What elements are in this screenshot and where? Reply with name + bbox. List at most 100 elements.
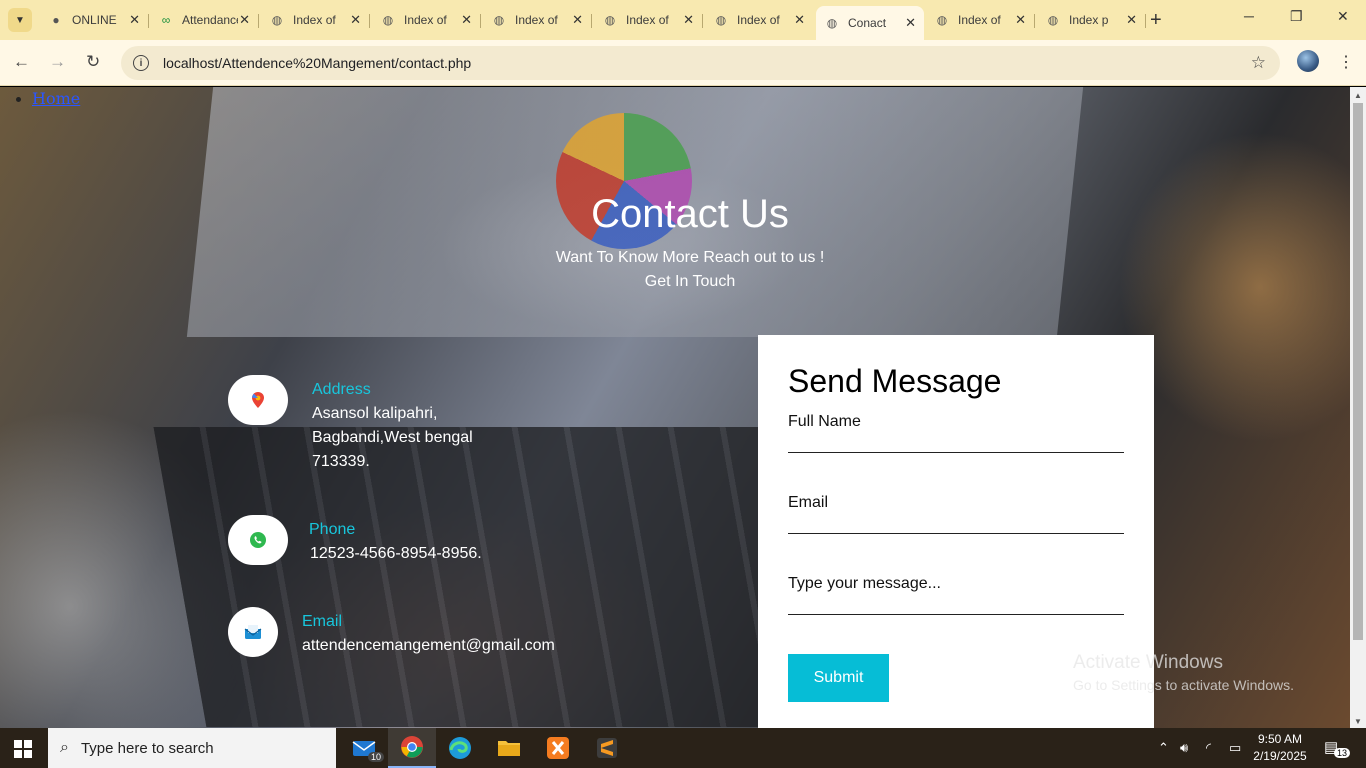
- globe-icon: ◍: [826, 16, 838, 30]
- url-text[interactable]: localhost/Attendence%20Mangement/contact…: [163, 55, 471, 71]
- address-line-2: Bagbandi,West bengal: [312, 429, 473, 446]
- close-icon[interactable]: ✕: [239, 12, 250, 28]
- tray-chevron-up-icon[interactable]: ⌃: [1158, 740, 1169, 756]
- tab-index-5[interactable]: ◍ Index of ✕: [705, 6, 813, 34]
- list-bullet: [16, 97, 21, 102]
- home-link[interactable]: Home: [32, 89, 80, 108]
- tab-title: Index of: [958, 13, 1001, 27]
- phone-value: 12523-4566-8954-8956.: [310, 545, 482, 562]
- new-tab-button[interactable]: +: [1150, 9, 1162, 32]
- clock-time: 9:50 AM: [1257, 732, 1303, 746]
- tab-search-button[interactable]: ▼: [8, 8, 32, 32]
- close-icon[interactable]: ✕: [905, 15, 916, 31]
- address-line-3: 713339.: [312, 453, 370, 470]
- tab-title: Conact: [848, 16, 887, 30]
- globe-icon: ◍: [1047, 13, 1059, 27]
- contact-page: Home Contact Us Want To Know More Reach …: [0, 87, 1350, 728]
- email-label: Email: [302, 613, 343, 630]
- globe-icon: ◍: [382, 13, 394, 27]
- address-line-1: Asansol kalipahri,: [312, 405, 438, 422]
- taskbar-search-placeholder: Type here to search: [80, 739, 214, 757]
- page-scrollbar[interactable]: ▲ ▼: [1350, 87, 1366, 728]
- scrollbar-thumb[interactable]: [1353, 103, 1363, 640]
- close-icon[interactable]: ✕: [350, 12, 361, 28]
- browser-tab-strip: ▼ ● ONLINE ✕ ∞ Attendance ✕ ◍ Index of ✕…: [0, 0, 1366, 40]
- windows-taskbar: ⌕ Type here to search 10 ⌃ 🔊︎ ◜ ▭ 9:50 A…: [0, 728, 1366, 768]
- tab-index-6[interactable]: ◍ Index of ✕: [926, 6, 1035, 34]
- tab-title: Index of: [293, 13, 336, 27]
- xampp-app-icon[interactable]: [534, 728, 582, 768]
- tab-index-7[interactable]: ◍ Index p ✕: [1037, 6, 1146, 34]
- mail-app-icon[interactable]: 10: [340, 728, 388, 768]
- volume-icon[interactable]: 🔊︎: [1180, 740, 1188, 756]
- activate-windows-hint: Go to Settings to activate Windows.: [1073, 677, 1294, 693]
- close-icon[interactable]: ✕: [572, 12, 583, 28]
- battery-icon[interactable]: ▭: [1229, 740, 1241, 756]
- restore-button[interactable]: ❐: [1290, 8, 1303, 25]
- address-label: Address: [312, 381, 371, 398]
- tab-title: Index p: [1069, 13, 1109, 27]
- message-field-label: Type your message...: [788, 575, 941, 592]
- email-field[interactable]: Email: [788, 494, 1124, 534]
- reload-button[interactable]: ↻: [86, 52, 100, 72]
- site-info-icon[interactable]: i: [133, 55, 149, 71]
- email-field-label: Email: [788, 494, 829, 511]
- close-icon[interactable]: ✕: [1126, 12, 1137, 28]
- page-subtitle-2: Get In Touch: [644, 273, 736, 290]
- tab-title: Index of: [404, 13, 447, 27]
- taskbar-clock[interactable]: 9:50 AM 2/19/2025: [1250, 731, 1310, 765]
- scroll-up-arrow-icon[interactable]: ▲: [1354, 91, 1362, 100]
- minimize-button[interactable]: ─: [1244, 8, 1254, 24]
- whatsapp-phone-icon: [228, 515, 288, 565]
- close-icon[interactable]: ✕: [1015, 12, 1026, 28]
- chrome-app-icon[interactable]: [388, 728, 436, 768]
- tab-index-1[interactable]: ◍ Index of ✕: [261, 6, 370, 34]
- tab-contact-active[interactable]: ◍ Conact ✕: [816, 6, 924, 40]
- tab-title: Index of: [737, 13, 780, 27]
- tab-title: Index of: [626, 13, 669, 27]
- clock-date: 2/19/2025: [1253, 749, 1307, 763]
- tab-index-2[interactable]: ◍ Index of ✕: [372, 6, 481, 34]
- globe-icon: ◍: [715, 13, 727, 27]
- profile-avatar[interactable]: [1297, 50, 1319, 72]
- tab-index-4[interactable]: ◍ Index of ✕: [594, 6, 703, 34]
- tab-index-3[interactable]: ◍ Index of ✕: [483, 6, 592, 34]
- close-icon[interactable]: ✕: [683, 12, 694, 28]
- globe-icon: ◍: [936, 13, 948, 27]
- globe-icon: ◍: [493, 13, 505, 27]
- taskbar-search-box[interactable]: ⌕ Type here to search: [48, 728, 336, 768]
- edge-app-icon[interactable]: [436, 728, 484, 768]
- browser-menu-icon[interactable]: ⋮: [1338, 52, 1354, 72]
- mail-badge: 10: [367, 752, 384, 762]
- tab-online[interactable]: ● ONLINE ✕: [40, 6, 149, 34]
- page-subtitle: Want To Know More Reach out to us !: [555, 249, 825, 266]
- windows-start-icon[interactable]: [14, 740, 32, 758]
- activate-windows-watermark: Activate Windows: [1073, 652, 1223, 673]
- sublime-text-icon[interactable]: [583, 728, 631, 768]
- browser-toolbar: ← → ↻ i localhost/Attendence%20Mangement…: [0, 40, 1366, 86]
- back-button[interactable]: ←: [13, 52, 30, 72]
- message-field[interactable]: Type your message...: [788, 575, 1124, 615]
- close-icon[interactable]: ✕: [461, 12, 472, 28]
- notification-count-badge: 13: [1334, 748, 1351, 758]
- close-icon[interactable]: ✕: [129, 12, 140, 28]
- forward-button[interactable]: →: [49, 52, 66, 72]
- scroll-down-arrow-icon[interactable]: ▼: [1354, 717, 1362, 726]
- address-bar[interactable]: i localhost/Attendence%20Mangement/conta…: [121, 46, 1280, 80]
- tab-attendance[interactable]: ∞ Attendance ✕: [150, 6, 259, 34]
- phone-label: Phone: [309, 521, 356, 538]
- file-explorer-icon[interactable]: [485, 728, 533, 768]
- email-value: attendencemangement@gmail.com: [302, 637, 555, 654]
- submit-button[interactable]: Submit: [788, 654, 889, 702]
- close-window-button[interactable]: ✕: [1337, 8, 1349, 25]
- form-heading: Send Message: [788, 363, 1002, 399]
- github-icon: ●: [52, 13, 60, 27]
- globe-icon: ◍: [604, 13, 616, 27]
- bookmark-star-icon[interactable]: ☆: [1251, 53, 1266, 73]
- tab-title: Attendance: [182, 13, 238, 27]
- email-envelope-icon: [228, 607, 278, 657]
- full-name-field[interactable]: Full Name: [788, 413, 1124, 453]
- tab-title: Index of: [515, 13, 558, 27]
- close-icon[interactable]: ✕: [794, 12, 805, 28]
- wifi-icon[interactable]: ◜: [1206, 740, 1211, 756]
